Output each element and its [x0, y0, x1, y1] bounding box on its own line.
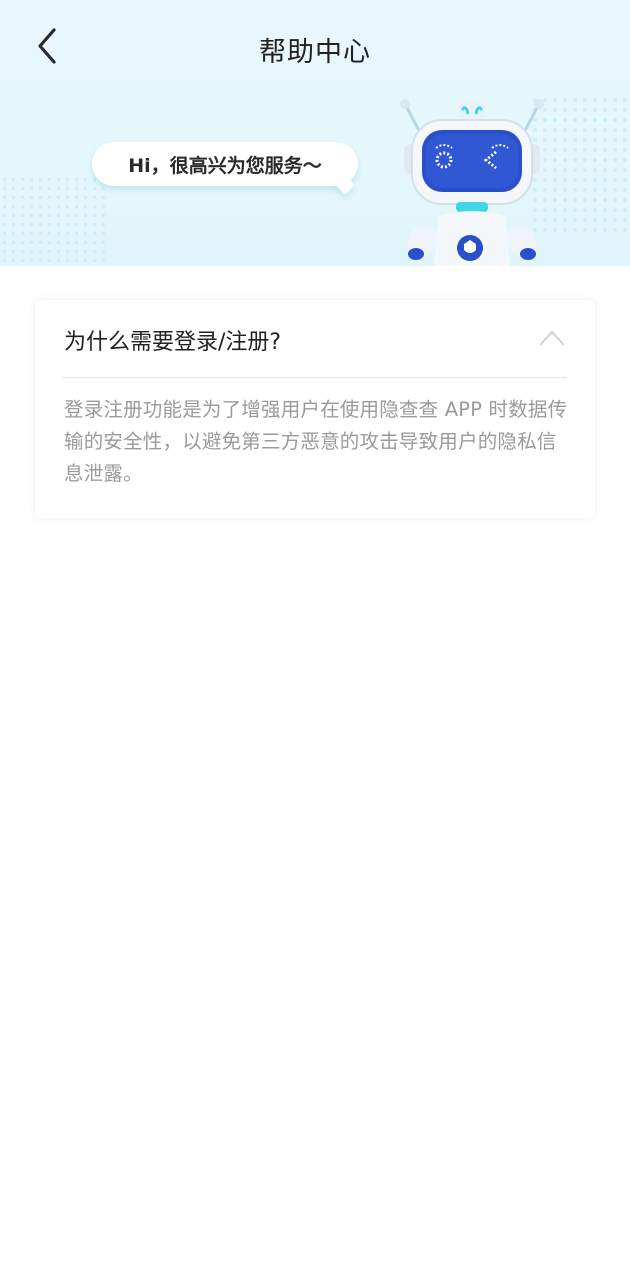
hero-banner: 帮助中心 Hi，很高兴为您服务～	[0, 0, 630, 266]
faq-card: 为什么需要登录/注册? 登录注册功能是为了增强用户在使用隐查查 APP 时数据传…	[35, 300, 595, 518]
faq-question: 为什么需要登录/注册?	[64, 330, 282, 355]
greeting-text: Hi，很高兴为您服务～	[128, 154, 322, 177]
chevron-up-icon[interactable]	[539, 328, 565, 346]
greeting-bubble: Hi，很高兴为您服务～	[92, 142, 358, 195]
faq-divider	[63, 377, 567, 378]
bubble-tail	[335, 175, 355, 195]
faq-answer: 登录注册功能是为了增强用户在使用隐查查 APP 时数据传输的安全性，以避免第三方…	[64, 398, 568, 485]
page-title: 帮助中心	[259, 37, 371, 68]
decorative-dot-pattern-left	[0, 175, 110, 266]
help-center-page: 帮助中心 Hi，很高兴为您服务～ 为什么需要登录/注册? 登录注册功能是为了增强…	[0, 0, 630, 1280]
robot-mascot-illustration	[392, 94, 552, 266]
faq-question-row[interactable]: 为什么需要登录/注册?	[35, 300, 595, 378]
